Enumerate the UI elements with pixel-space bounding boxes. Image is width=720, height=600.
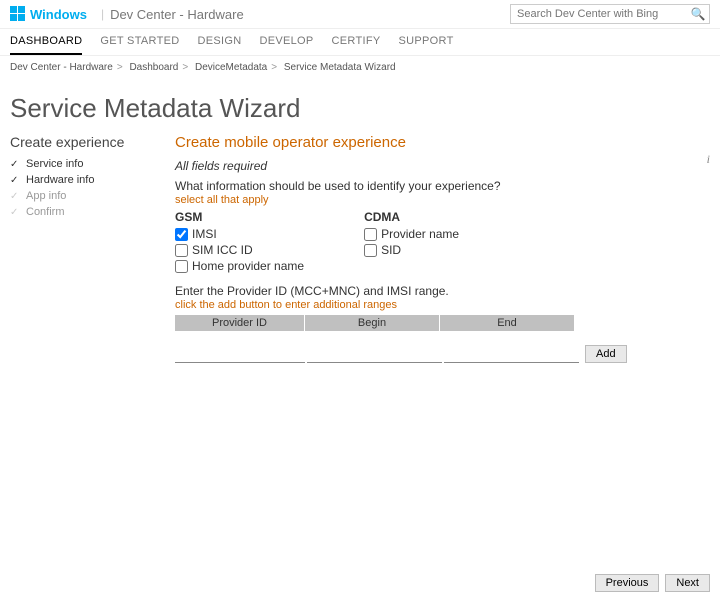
tab-dashboard[interactable]: DASHBOARD xyxy=(10,35,82,55)
checkbox-label: IMSI xyxy=(192,227,217,241)
checkbox-imsi[interactable]: IMSI xyxy=(175,226,304,242)
range-input-row: Add xyxy=(175,345,690,363)
crumb[interactable]: Dev Center - Hardware xyxy=(10,62,113,73)
col-begin: Begin xyxy=(305,315,440,331)
begin-input[interactable] xyxy=(307,349,442,363)
checkbox-sid[interactable]: SID xyxy=(364,242,459,258)
form-content: i Create mobile operator experience All … xyxy=(175,134,710,363)
tab-design[interactable]: DESIGN xyxy=(197,35,241,55)
checkbox-label: SID xyxy=(381,243,401,257)
next-button[interactable]: Next xyxy=(665,574,710,592)
provider-id-input[interactable] xyxy=(175,349,305,363)
wizard-steps: Create experience Service info Hardware … xyxy=(10,134,175,363)
cdma-heading: CDMA xyxy=(364,210,459,224)
search-box[interactable]: 🔍 xyxy=(510,4,710,24)
identify-prompt: What information should be used to ident… xyxy=(175,179,690,193)
end-input[interactable] xyxy=(444,349,579,363)
checkbox-label: Provider name xyxy=(381,227,459,241)
search-input[interactable] xyxy=(511,6,687,22)
wizard-footer: Previous Next xyxy=(595,574,710,592)
search-icon[interactable]: 🔍 xyxy=(687,7,709,21)
crumb[interactable]: Dashboard xyxy=(129,62,178,73)
step-hardware-info[interactable]: Hardware info xyxy=(10,172,175,188)
info-icon[interactable]: i xyxy=(707,152,710,167)
site-title: Dev Center - Hardware xyxy=(110,7,244,22)
checkbox-input[interactable] xyxy=(175,228,188,241)
add-button[interactable]: Add xyxy=(585,345,627,363)
range-prompt: Enter the Provider ID (MCC+MNC) and IMSI… xyxy=(175,284,690,298)
cdma-column: CDMA Provider name SID xyxy=(364,210,459,274)
col-provider-id: Provider ID xyxy=(175,315,305,331)
range-table-header: Provider ID Begin End xyxy=(175,315,690,331)
checkbox-input[interactable] xyxy=(364,244,377,257)
gsm-heading: GSM xyxy=(175,210,304,224)
step-app-info[interactable]: App info xyxy=(10,188,175,204)
step-label: Hardware info xyxy=(26,174,94,186)
breadcrumb: Dev Center - Hardware> Dashboard> Device… xyxy=(0,55,720,79)
checkbox-provider-name[interactable]: Provider name xyxy=(364,226,459,242)
tab-develop[interactable]: DEVELOP xyxy=(259,35,313,55)
top-bar: Windows | Dev Center - Hardware 🔍 xyxy=(0,0,720,29)
step-label: Confirm xyxy=(26,206,65,218)
checkbox-input[interactable] xyxy=(175,260,188,273)
tab-get-started[interactable]: GET STARTED xyxy=(100,35,179,55)
tab-support[interactable]: SUPPORT xyxy=(399,35,454,55)
gsm-column: GSM IMSI SIM ICC ID Home provider name xyxy=(175,210,304,274)
select-hint: select all that apply xyxy=(175,194,690,206)
checkbox-sim-icc-id[interactable]: SIM ICC ID xyxy=(175,242,304,258)
checkbox-input[interactable] xyxy=(364,228,377,241)
step-confirm[interactable]: Confirm xyxy=(10,204,175,220)
tab-certify[interactable]: CERTIFY xyxy=(332,35,381,55)
page-title: Service Metadata Wizard xyxy=(0,79,720,130)
checkbox-home-provider-name[interactable]: Home provider name xyxy=(175,258,304,274)
checkbox-label: Home provider name xyxy=(192,259,304,273)
step-label: App info xyxy=(26,190,66,202)
previous-button[interactable]: Previous xyxy=(595,574,660,592)
crumb[interactable]: DeviceMetadata xyxy=(195,62,267,73)
windows-link[interactable]: Windows xyxy=(30,7,87,22)
crumb: Service Metadata Wizard xyxy=(284,62,396,73)
required-note: All fields required xyxy=(175,159,690,173)
step-service-info[interactable]: Service info xyxy=(10,156,175,172)
form-heading: Create mobile operator experience xyxy=(175,134,690,151)
col-end: End xyxy=(440,315,575,331)
checkbox-input[interactable] xyxy=(175,244,188,257)
divider: | xyxy=(101,7,104,21)
range-hint: click the add button to enter additional… xyxy=(175,299,690,311)
nav-tabs: DASHBOARD GET STARTED DESIGN DEVELOP CER… xyxy=(0,29,720,55)
sidebar-title: Create experience xyxy=(10,134,175,150)
step-label: Service info xyxy=(26,158,83,170)
checkbox-label: SIM ICC ID xyxy=(192,243,253,257)
windows-logo-icon xyxy=(10,6,26,22)
